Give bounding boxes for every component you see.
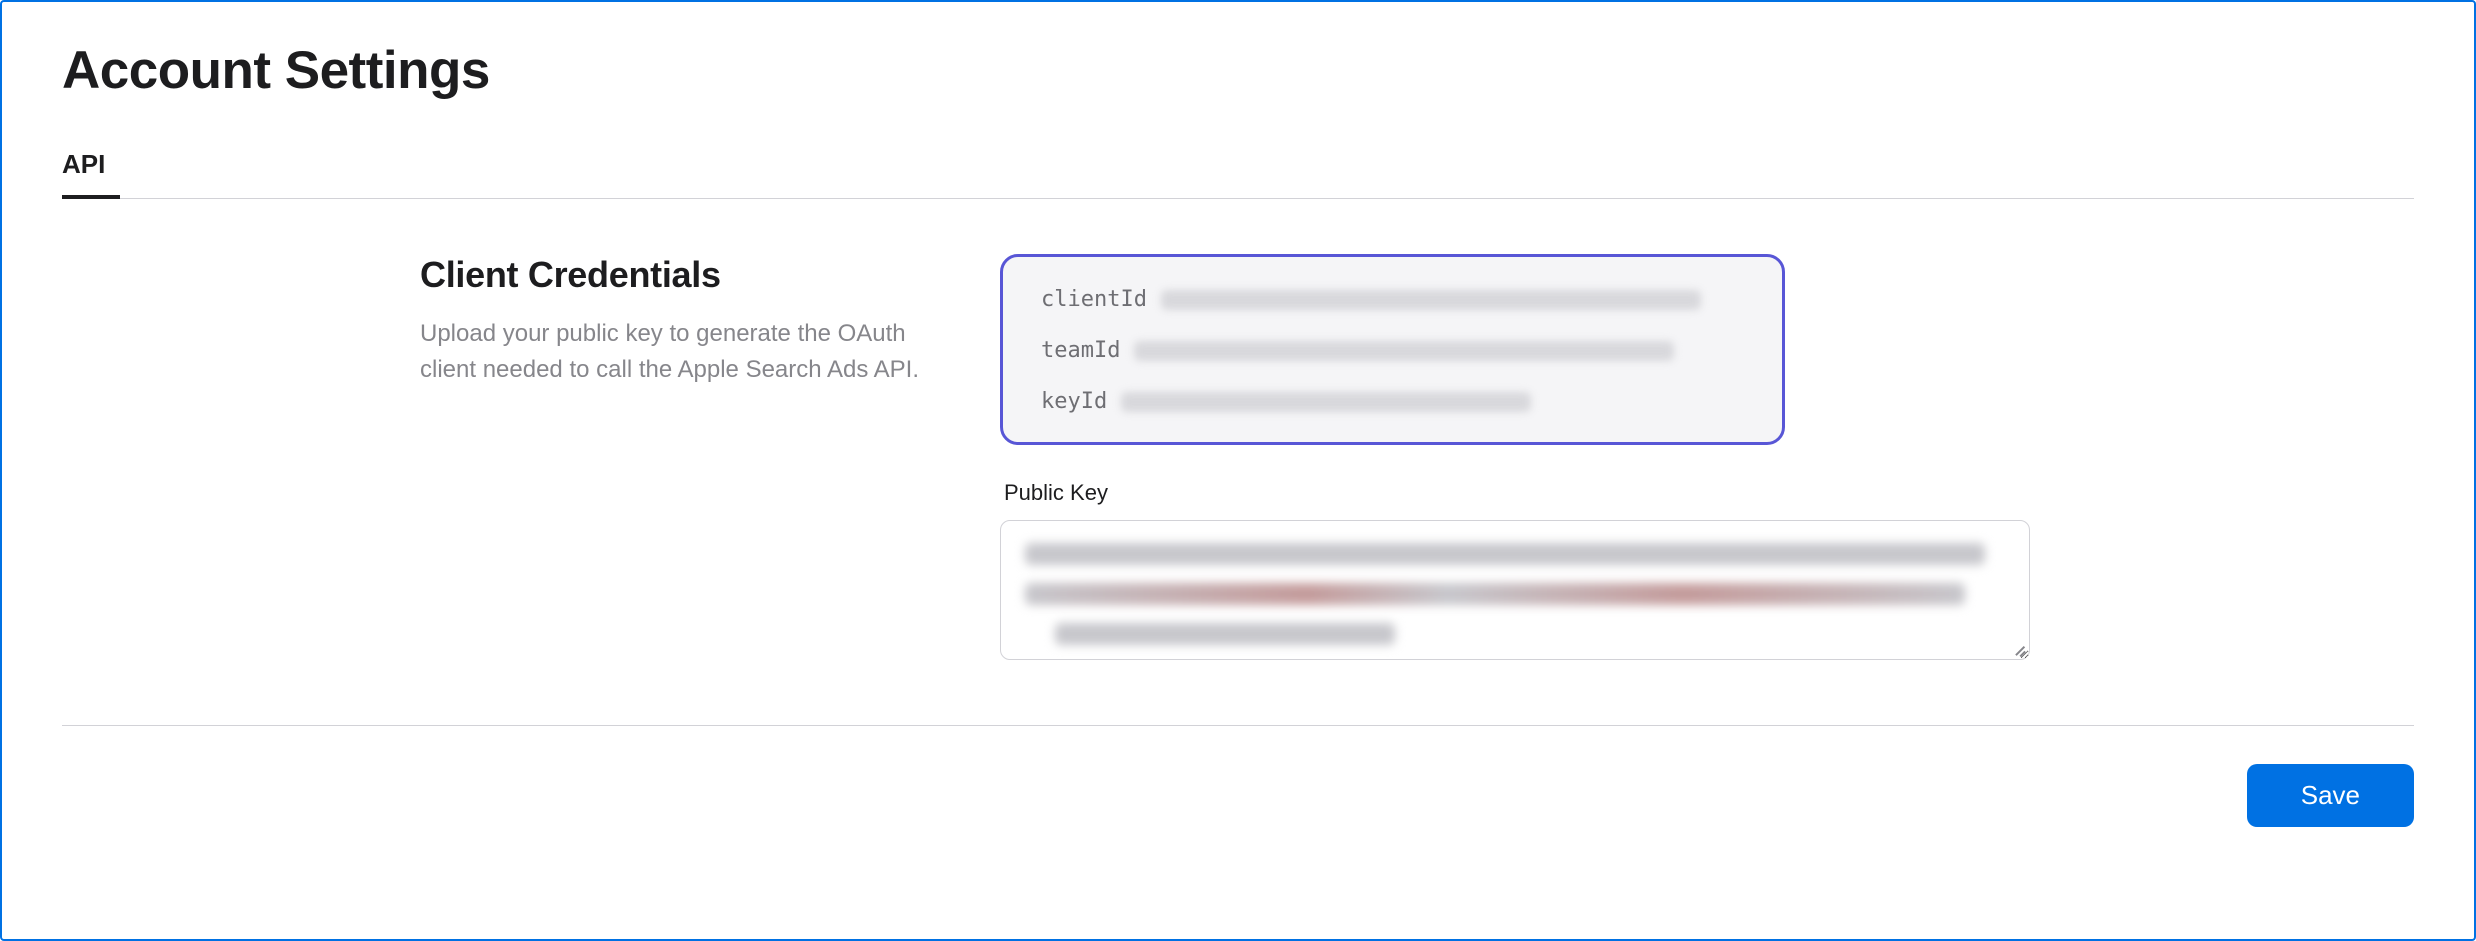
save-button[interactable]: Save	[2247, 764, 2414, 827]
credential-value-redacted	[1161, 290, 1701, 310]
tab-api[interactable]: API	[62, 149, 105, 198]
credential-value-redacted	[1134, 341, 1674, 361]
page-title: Account Settings	[62, 40, 2414, 101]
section-description: Upload your public key to generate the O…	[420, 316, 940, 388]
credential-row-teamid: teamId	[1041, 338, 1744, 363]
public-key-content-redacted	[1025, 583, 1965, 605]
page-header: Account Settings API	[2, 2, 2474, 199]
section-info: Client Credentials Upload your public ke…	[420, 254, 1000, 660]
credential-label: teamId	[1041, 338, 1120, 363]
content-area: Client Credentials Upload your public ke…	[2, 199, 2474, 660]
section-heading: Client Credentials	[420, 254, 940, 296]
credentials-area: clientId teamId keyId Public Key	[1000, 254, 2040, 660]
tabs-bar: API	[62, 149, 2414, 199]
footer-actions: Save	[2, 726, 2474, 827]
account-settings-page: Account Settings API Client Credentials …	[0, 0, 2476, 941]
public-key-input[interactable]	[1000, 520, 2030, 660]
public-key-label: Public Key	[1004, 480, 2040, 506]
resize-handle-icon[interactable]	[2011, 641, 2025, 655]
credential-label: clientId	[1041, 287, 1147, 312]
public-key-content-redacted	[1025, 543, 1985, 565]
left-spacer	[62, 254, 420, 660]
credential-label: keyId	[1041, 389, 1107, 414]
credential-value-redacted	[1121, 392, 1531, 412]
public-key-content-redacted	[1055, 623, 1395, 645]
credentials-box: clientId teamId keyId	[1000, 254, 1785, 445]
credential-row-keyid: keyId	[1041, 389, 1744, 414]
credential-row-clientid: clientId	[1041, 287, 1744, 312]
